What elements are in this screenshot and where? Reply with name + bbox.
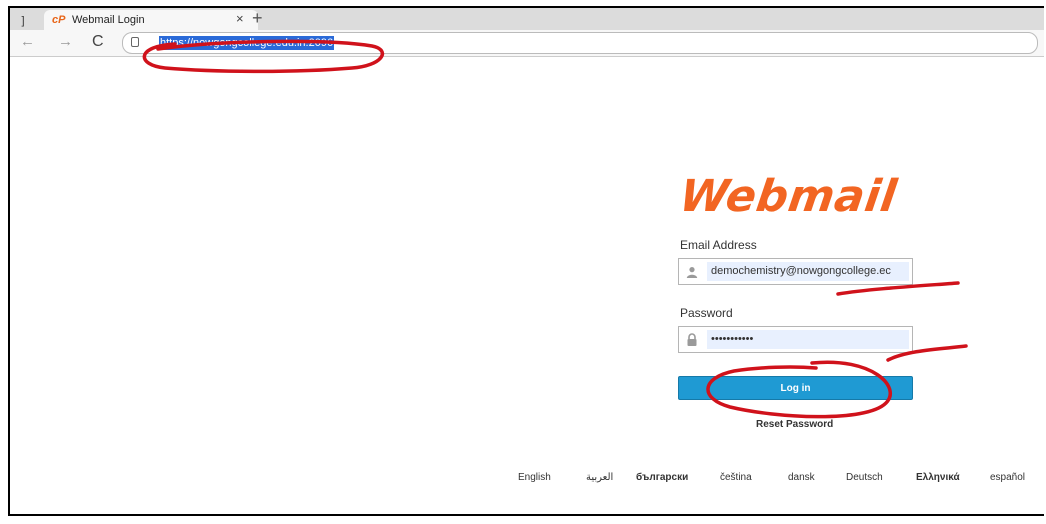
url-input[interactable]: https://nowgongcollege.edu.in:2096 [122, 32, 1038, 54]
language-link[interactable]: Ελληνικά [916, 472, 960, 483]
lock-icon[interactable] [131, 37, 139, 47]
language-link[interactable]: Deutsch [846, 472, 883, 483]
reload-icon[interactable]: C [92, 34, 104, 50]
tab-bar: ] cP Webmail Login × + [10, 8, 1044, 30]
email-value[interactable]: demochemistry@nowgongcollege.ec [707, 262, 909, 281]
language-link[interactable]: English [518, 472, 551, 483]
tab-title: Webmail Login [72, 14, 145, 26]
password-label: Password [680, 306, 733, 320]
url-text[interactable]: https://nowgongcollege.edu.in:2096 [159, 36, 335, 50]
password-field[interactable]: ••••••••••• [678, 326, 913, 353]
back-arrow-icon[interactable]: ← [20, 34, 35, 50]
address-bar: ← → C https://nowgongcollege.edu.in:2096 [10, 30, 1044, 57]
password-value[interactable]: ••••••••••• [707, 330, 909, 349]
language-link[interactable]: български [636, 472, 688, 483]
tab-close-icon[interactable]: × [236, 11, 244, 27]
padlock-icon [679, 327, 705, 352]
forward-arrow-icon[interactable]: → [58, 34, 73, 50]
tab-stub[interactable]: ] [10, 12, 36, 30]
email-field[interactable]: demochemistry@nowgongcollege.ec [678, 258, 913, 285]
browser-tab[interactable]: cP Webmail Login × [44, 10, 258, 30]
login-button[interactable]: Log in [678, 376, 913, 400]
new-tab-icon[interactable]: + [252, 8, 263, 28]
email-label: Email Address [680, 238, 757, 252]
browser-window: ] cP Webmail Login × + ← → C https://now… [8, 6, 1044, 516]
user-icon [679, 259, 705, 284]
reset-password-link[interactable]: Reset Password [756, 419, 833, 430]
webmail-logo: Webmail [676, 171, 900, 222]
language-link[interactable]: español [990, 472, 1025, 483]
language-link[interactable]: dansk [788, 472, 815, 483]
cpanel-favicon-icon: cP [52, 14, 66, 26]
language-link[interactable]: العربية [586, 472, 613, 483]
language-link[interactable]: čeština [720, 472, 752, 483]
